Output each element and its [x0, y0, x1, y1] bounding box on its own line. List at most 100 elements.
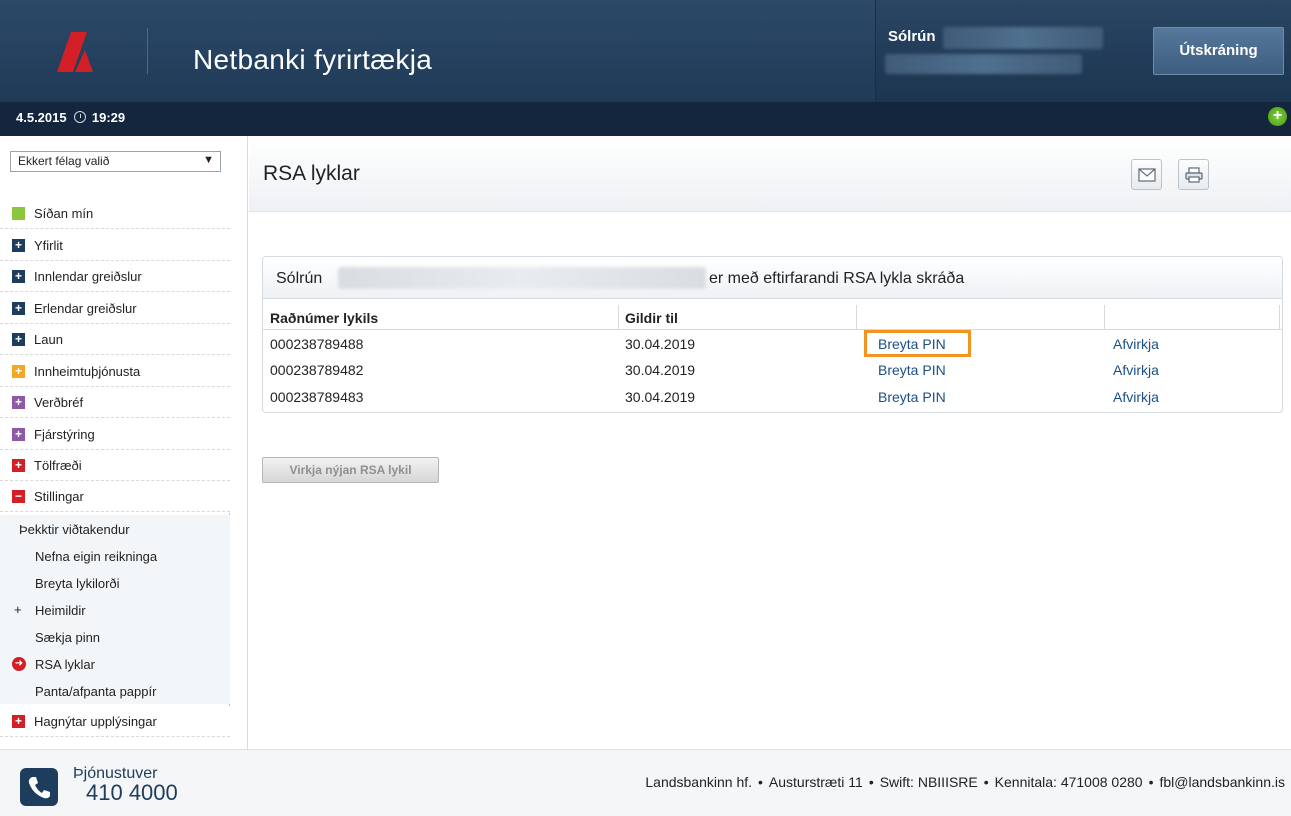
column-divider: [618, 305, 619, 329]
sidebar-item-fjarstyring[interactable]: + Fjárstýring: [0, 419, 230, 450]
phone-icon: [20, 768, 58, 806]
sidebar-item-label: Hagnýtar upplýsingar: [34, 714, 157, 729]
submenu-item-panta-pappir[interactable]: Panta/afpanta pappír: [0, 677, 230, 704]
company-select-value: Ekkert félag valið: [18, 154, 110, 168]
sidebar-item-innheimtuthjonusta[interactable]: + Innheimtuþjónusta: [0, 356, 230, 387]
deactivate-link[interactable]: Afvirkja: [1113, 336, 1159, 352]
column-header-serial: Raðnúmer lykils: [270, 310, 379, 326]
submenu-item-label: RSA lyklar: [35, 657, 95, 672]
submenu-item-saekja-pinn[interactable]: Sækja pinn: [0, 623, 230, 650]
status-bar: [0, 102, 1291, 136]
plus-icon: +: [14, 602, 22, 617]
minus-icon: −: [12, 490, 25, 503]
service-phone-number: 410 4000: [86, 780, 178, 805]
submenu-item-nefna-reikninga[interactable]: Nefna eigin reikninga: [0, 542, 230, 569]
table-header-rule: [263, 329, 1282, 330]
sidebar-item-sidan-min[interactable]: Síðan mín: [0, 198, 230, 229]
email-button[interactable]: [1131, 159, 1162, 190]
sidebar-item-label: Innheimtuþjónusta: [34, 364, 141, 379]
logout-button[interactable]: Útskráning: [1153, 27, 1284, 75]
sidebar-item-label: Stillingar: [34, 489, 84, 504]
redacted-owner: [338, 267, 706, 289]
company-select[interactable]: Ekkert félag valið ▼: [10, 151, 221, 172]
add-widget-icon[interactable]: +: [1268, 107, 1287, 126]
activate-new-key-button[interactable]: Virkja nýjan RSA lykil: [262, 457, 439, 483]
column-divider: [1104, 305, 1105, 329]
valid-until-cell: 30.04.2019: [625, 389, 696, 405]
page-title: RSA lyklar: [263, 162, 360, 185]
submenu-item-heimildir[interactable]: + Heimildir: [0, 596, 230, 623]
footer-address: Austurstræti 11: [768, 774, 863, 790]
sidebar-item-label: Tölfræði: [34, 458, 82, 473]
footer-contact-info: Landsbankinn hf. • Austurstræti 11 • Swift: …: [645, 774, 1285, 790]
submenu-item-breyta-lykilordi[interactable]: Breyta lykilorði: [0, 569, 230, 596]
sidebar-item-label: Laun: [34, 332, 63, 347]
sidebar-item-erlendar[interactable]: + Erlendar greiðslur: [0, 293, 230, 324]
footer-email-link[interactable]: fbl@landsbankinn.is: [1159, 774, 1285, 790]
sidebar-item-label: Síðan mín: [34, 206, 94, 221]
submenu-item-rsa-lyklar[interactable]: ➜ RSA lyklar: [0, 650, 230, 677]
valid-until-cell: 30.04.2019: [625, 336, 696, 352]
plus-icon: +: [12, 428, 25, 441]
valid-until-cell: 30.04.2019: [625, 362, 696, 378]
mail-icon: [1138, 168, 1156, 182]
plus-icon: +: [12, 333, 25, 346]
submenu-item-label: Breyta lykilorði: [35, 576, 120, 591]
deactivate-link[interactable]: Afvirkja: [1113, 362, 1159, 378]
column-divider: [856, 305, 857, 329]
submenu-item-label: Panta/afpanta pappír: [35, 684, 157, 699]
sidebar-item-laun[interactable]: + Laun: [0, 324, 230, 355]
plus-icon: +: [12, 396, 25, 409]
redacted-name: [943, 27, 1103, 49]
panel-heading-text: er með eftirfarandi RSA lykla skráða: [709, 270, 965, 287]
landsbankinn-logo-icon: [57, 32, 93, 72]
square-icon: [12, 207, 25, 220]
sidebar-item-stillingar[interactable]: − Stillingar: [0, 481, 230, 512]
dropdown-arrow-icon: ▼: [203, 154, 214, 166]
date-text: 4.5.2015: [16, 110, 67, 125]
datetime: 4.5.2015 19:29: [16, 110, 125, 125]
sidebar-item-label: Fjárstýring: [34, 427, 95, 442]
time-text: 19:29: [91, 110, 126, 125]
column-header-valid-until: Gildir til: [625, 310, 678, 326]
active-arrow-icon: ➜: [12, 657, 26, 671]
plus-icon: +: [12, 459, 25, 472]
serial-cell: 000238789488: [270, 336, 364, 352]
submenu-item-thekktir-vidtakendur[interactable]: Þekktir viðtakendur: [0, 515, 230, 542]
serial-cell: 000238789482: [270, 362, 364, 378]
submenu-item-label: Nefna eigin reikninga: [35, 549, 158, 564]
footer-swift: Swift: NBIIISRE: [879, 774, 978, 790]
sidebar-item-innlendar[interactable]: + Innlendar greiðslur: [0, 261, 230, 292]
sidebar-item-hagnytar[interactable]: + Hagnýtar upplýsingar: [0, 706, 230, 737]
plus-icon: +: [12, 239, 25, 252]
sidebar-item-label: Verðbréf: [34, 395, 84, 410]
highlight-box: [864, 330, 971, 357]
sidebar-item-label: Erlendar greiðslur: [34, 301, 137, 316]
plus-icon: +: [12, 302, 25, 315]
printer-icon: [1185, 167, 1203, 183]
plus-icon: +: [12, 715, 25, 728]
clock-icon: [74, 111, 87, 123]
plus-icon: +: [12, 270, 25, 283]
submenu-item-label: Þekktir viðtakendur: [19, 522, 130, 537]
column-divider: [1279, 305, 1280, 329]
app-title: Netbanki fyrirtækja: [193, 44, 433, 75]
redacted-company: [885, 54, 1082, 74]
sidebar-item-yfirlit[interactable]: + Yfirlit: [0, 230, 230, 261]
submenu-item-label: Heimildir: [35, 603, 86, 618]
change-pin-link[interactable]: Breyta PIN: [878, 389, 946, 405]
print-button[interactable]: [1178, 159, 1209, 190]
sidebar-item-verdbref[interactable]: + Verðbréf: [0, 387, 230, 418]
serial-cell: 000238789483: [270, 389, 364, 405]
footer-kennitala: Kennitala: 471008 0280: [994, 774, 1143, 790]
deactivate-link[interactable]: Afvirkja: [1113, 389, 1159, 405]
logo-divider: [147, 28, 148, 74]
sidebar-item-tolfraedi[interactable]: + Tölfræði: [0, 450, 230, 481]
submenu-item-label: Sækja pinn: [35, 630, 101, 645]
sidebar-item-label: Innlendar greiðslur: [34, 269, 142, 284]
panel-owner-name: Sólrún: [276, 270, 323, 287]
change-pin-link[interactable]: Breyta PIN: [878, 362, 946, 378]
user-name: Sólrún: [888, 28, 936, 45]
footer-company: Landsbankinn hf.: [645, 774, 753, 790]
plus-icon: +: [12, 365, 25, 378]
